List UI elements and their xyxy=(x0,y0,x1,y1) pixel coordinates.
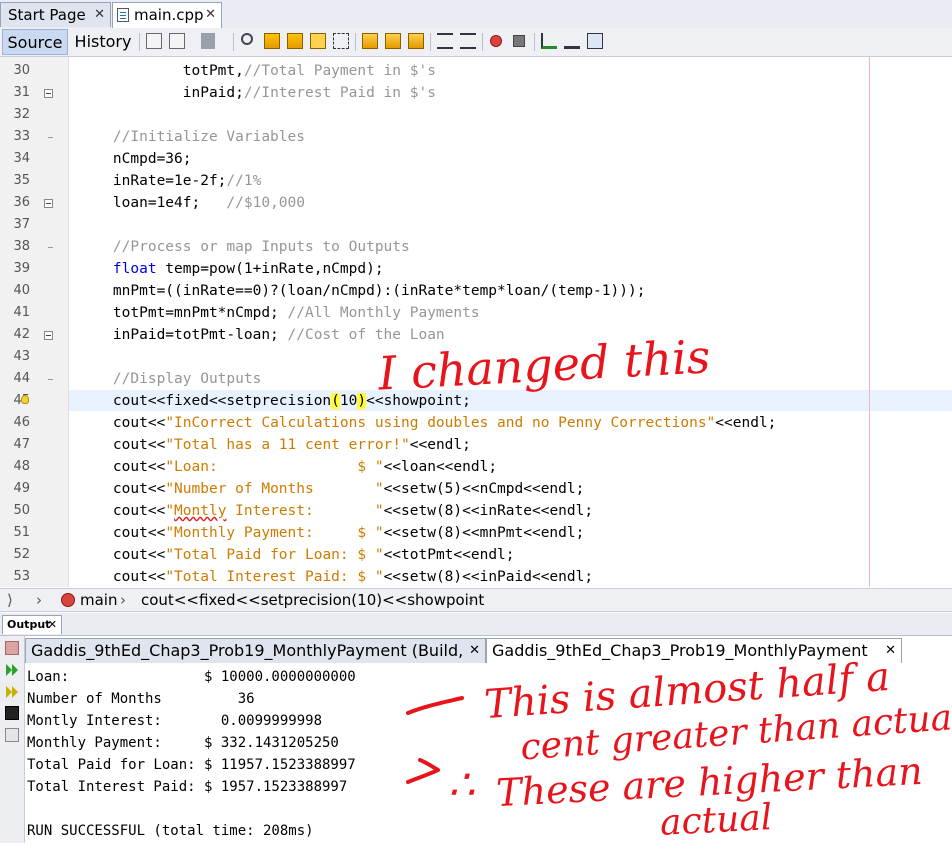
annotation-therefore: ∴ xyxy=(448,760,475,809)
annotation-note-line-4: actual xyxy=(659,797,774,844)
